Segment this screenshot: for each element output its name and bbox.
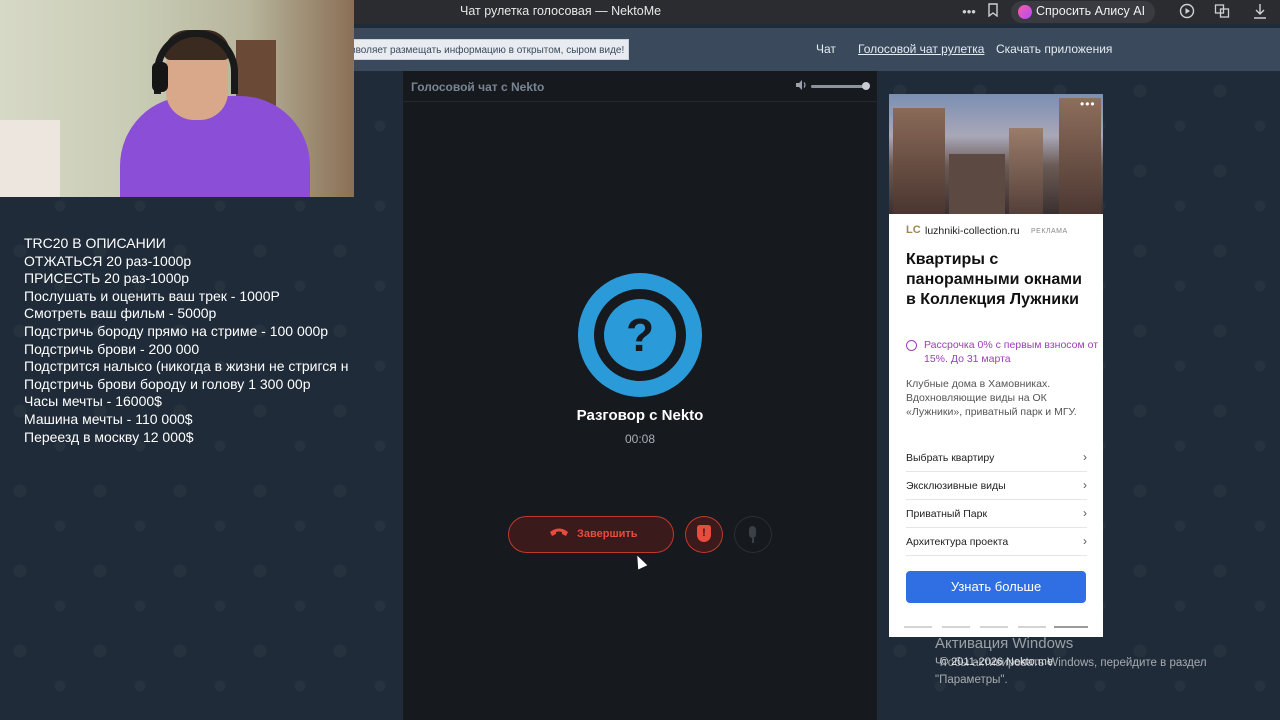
microphone-button[interactable] <box>734 516 772 553</box>
ad-link-item[interactable]: Эксклюзивные виды › <box>906 472 1087 500</box>
donation-line: Подстрится налысо (никогда в жизни не ст… <box>24 358 349 375</box>
download-icon[interactable] <box>1251 3 1269 21</box>
carousel-dot[interactable] <box>942 626 970 628</box>
ad-link-label: Эксклюзивные виды <box>906 480 1006 492</box>
play-icon[interactable] <box>1178 3 1196 21</box>
alice-icon <box>1018 5 1032 19</box>
mouse-cursor <box>632 553 648 570</box>
donation-line: TRC20 В ОПИСАНИИ <box>24 235 166 251</box>
hang-up-icon <box>549 525 569 543</box>
carousel-dot-active[interactable] <box>1054 626 1088 628</box>
ad-menu-icon[interactable]: ••• <box>1080 97 1096 111</box>
shield-icon: ! <box>697 525 711 542</box>
more-icon[interactable]: ••• <box>960 3 978 21</box>
microphone-icon <box>749 526 756 538</box>
carousel-dot[interactable] <box>1018 626 1046 628</box>
ad-description: Клубные дома в Хамовниках. Вдохновляющие… <box>906 378 1077 418</box>
volume-icon[interactable] <box>795 79 808 94</box>
stream-donation-list: TRC20 В ОПИСАНИИ ОТЖАТЬСЯ 20 раз-1000р П… <box>24 235 376 446</box>
ad-headline[interactable]: Квартиры с панорамными окнами в Коллекци… <box>906 250 1096 310</box>
nav-voice-chat-link[interactable]: Голосовой чат рулетка <box>858 42 984 56</box>
bookmark-icon[interactable] <box>984 3 1002 21</box>
nav-download-apps-link[interactable]: Скачать приложения <box>996 42 1112 56</box>
ad-link-label: Выбрать квартиру <box>906 452 995 464</box>
chat-header: Голосовой чат с Nekto <box>403 71 877 102</box>
donation-line: ОТЖАТЬСЯ 20 раз-1000р <box>24 252 192 269</box>
header-notice: зволяет размещать информацию в открытом,… <box>346 39 630 60</box>
end-call-label: Завершить <box>577 528 638 540</box>
partner-avatar: ? <box>578 273 702 397</box>
ad-carousel-dots <box>904 626 1088 629</box>
copyright-text: © 2011-2026 Nekto.me <box>940 656 1054 668</box>
donation-line: Послушать и оценить ваш трек - 1000Р <box>24 287 280 304</box>
windows-activation-title: Активация Windows <box>935 635 1074 652</box>
nav-chat-link[interactable]: Чат <box>816 42 836 56</box>
voice-chat-panel: Голосовой чат с Nekto ? Разговор с Nekto… <box>403 71 877 720</box>
donation-line: Переезд в москву 12 000$ <box>24 428 194 445</box>
ask-alice-label: Спросить Алису AI <box>1036 4 1146 18</box>
ad-image[interactable]: ••• <box>889 94 1103 214</box>
call-timer: 00:08 <box>624 432 656 446</box>
chat-title: Голосовой чат с Nekto <box>411 80 545 94</box>
ad-logo: LC <box>906 224 921 236</box>
question-mark-icon: ? <box>604 299 676 371</box>
ad-link-list: Выбрать квартиру › Эксклюзивные виды › П… <box>906 444 1087 556</box>
ad-link-item[interactable]: Приватный Парк › <box>906 500 1087 528</box>
ad-promo: Рассрочка 0% с первым взносом от 15%. До… <box>924 339 1099 365</box>
chevron-right-icon: › <box>1083 506 1087 520</box>
donation-line: Смотреть ваш фильм - 5000р <box>24 305 217 322</box>
volume-slider-knob[interactable] <box>862 82 870 90</box>
end-call-button[interactable]: Завершить <box>508 516 674 553</box>
conversation-title: Разговор с Nekto <box>576 407 704 424</box>
ad-link-item[interactable]: Выбрать квартиру › <box>906 444 1087 472</box>
clock-icon <box>906 340 917 351</box>
webcam-overlay <box>0 0 354 197</box>
carousel-dot[interactable] <box>980 626 1008 628</box>
volume-slider[interactable] <box>811 85 869 88</box>
browser-tab-title: Чат рулетка голосовая — NektoMe <box>460 4 662 18</box>
advertisement[interactable]: ••• LC luzhniki-collection.ru РЕКЛАМА Кв… <box>889 94 1103 637</box>
ad-link-label: Приватный Парк <box>906 508 988 520</box>
ask-alice-button[interactable]: Спросить Алису AI <box>1011 1 1155 23</box>
ad-label: РЕКЛАМА <box>1031 228 1068 235</box>
chevron-right-icon: › <box>1083 450 1087 464</box>
translate-icon[interactable] <box>1213 3 1231 21</box>
ad-link-label: Архитектура проекта <box>906 536 1009 548</box>
donation-line: Подстричь брови - 200 000 <box>24 340 200 357</box>
report-button[interactable]: ! <box>685 516 723 553</box>
ad-domain[interactable]: luzhniki-collection.ru <box>925 225 1020 237</box>
chevron-right-icon: › <box>1083 534 1087 548</box>
donation-line: Часы мечты - 16000$ <box>24 393 162 410</box>
donation-line: Подстричь бороду прямо на стриме - 100 0… <box>24 322 329 339</box>
donation-line: Подстричь брови бороду и голову 1 300 00… <box>24 375 311 392</box>
donation-line: Машина мечты - 110 000$ <box>24 410 193 427</box>
carousel-dot[interactable] <box>904 626 932 628</box>
ad-link-item[interactable]: Архитектура проекта › <box>906 528 1087 556</box>
donation-line: ПРИСЕСТЬ 20 раз-1000р <box>24 270 190 287</box>
chevron-right-icon: › <box>1083 478 1087 492</box>
ad-learn-more-button[interactable]: Узнать больше <box>906 571 1086 603</box>
